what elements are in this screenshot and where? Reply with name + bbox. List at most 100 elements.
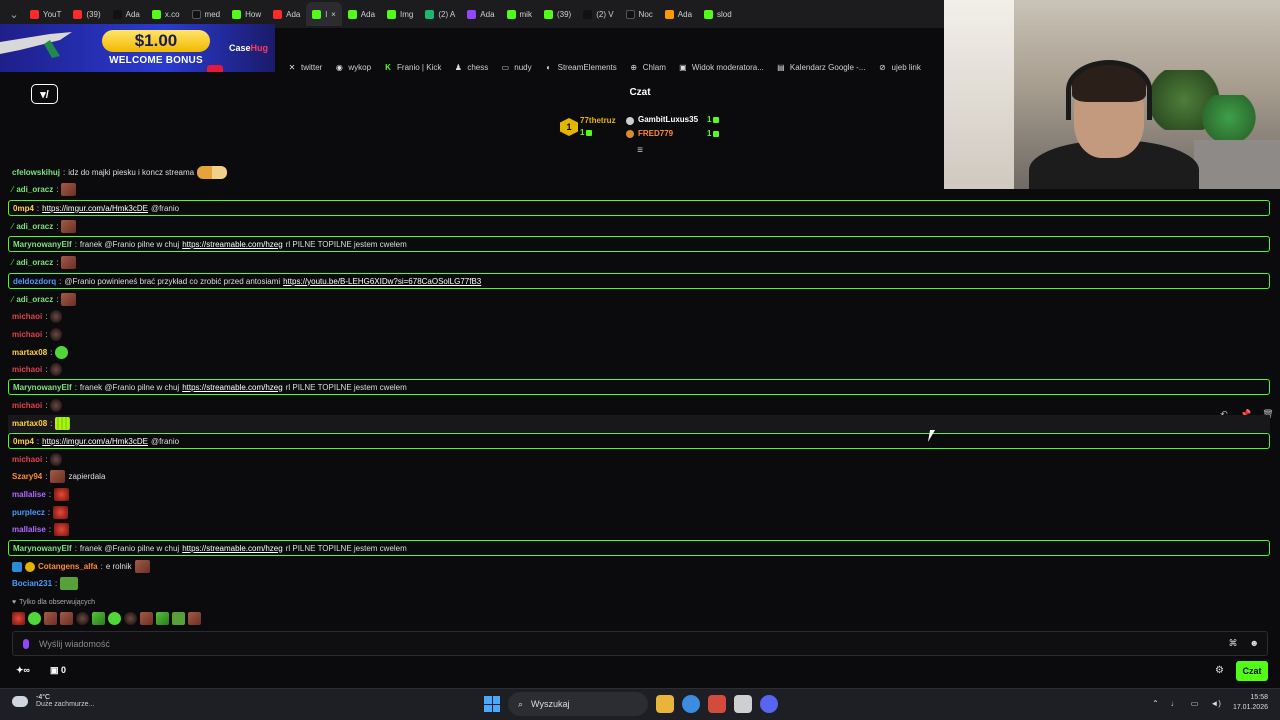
chat-message[interactable]: MarynowanyElf: franek @Franio pilne w chu… — [8, 379, 1270, 395]
browser-tab[interactable]: l × — [306, 2, 342, 26]
chat-message[interactable]: mallalise: — [8, 521, 1270, 538]
bookmark-item[interactable]: ⊕ Chlam — [629, 62, 665, 72]
chat-emote-icon[interactable] — [50, 399, 63, 412]
chat-username[interactable]: michaoi — [12, 330, 42, 339]
quick-emote-icon[interactable] — [60, 612, 73, 625]
leaderboard-third-name[interactable]: FRED779 — [638, 129, 673, 138]
chat-username[interactable]: Bocian231 — [12, 579, 52, 588]
quick-emote-icon[interactable] — [124, 612, 137, 625]
bookmark-item[interactable]: ◐ StreamElements — [544, 62, 617, 72]
file-explorer-icon[interactable] — [656, 695, 674, 713]
chat-username[interactable]: MarynowanyElf — [13, 383, 72, 392]
chat-message[interactable]: michaoi: — [8, 397, 1270, 414]
chat-message[interactable]: MarynowanyElf: franek @Franio pilne w chu… — [8, 236, 1270, 252]
chat-message[interactable]: purplecz: — [8, 504, 1270, 521]
browser-tab[interactable]: Ada — [659, 2, 698, 26]
leaderboard-first-name[interactable]: 77thetruz — [580, 116, 616, 125]
quick-emote-icon[interactable] — [12, 612, 25, 625]
tab-search-chevron-icon[interactable]: ⌄ — [4, 4, 24, 24]
chat-emote-icon[interactable] — [55, 346, 69, 359]
chat-username[interactable]: purplecz — [12, 508, 45, 517]
chat-emote-icon[interactable] — [61, 293, 77, 306]
chat-link[interactable]: https://imgur.com/a/Hmk3cDE — [42, 437, 148, 446]
browser-tab[interactable]: mik — [501, 2, 538, 26]
chat-username[interactable]: michaoi — [12, 401, 42, 410]
chat-username[interactable]: martax08 — [12, 348, 47, 357]
bookmark-item[interactable]: ▣ Widok moderatora... — [678, 62, 764, 72]
chat-username[interactable]: deldozdorq — [13, 277, 56, 286]
chat-emote-icon[interactable] — [50, 328, 63, 341]
browser-tab[interactable]: (2) V — [577, 2, 619, 26]
chat-username[interactable]: MarynowanyElf — [13, 544, 72, 553]
chat-message[interactable]: Bocian231: — [8, 575, 1270, 592]
mic-icon[interactable] — [23, 638, 29, 649]
chat-message[interactable]: MarynowanyElf: franek @Franio pilne w chu… — [8, 540, 1270, 556]
emote-picker-icon[interactable]: ☻ — [1250, 638, 1259, 649]
browser-tab[interactable]: How — [226, 2, 267, 26]
chat-message[interactable]: michaoi: — [8, 451, 1270, 468]
bookmark-item[interactable]: K Franio | Kick — [383, 62, 441, 72]
chat-message[interactable]: martax08: — [8, 344, 1270, 361]
chevron-up-icon[interactable]: ⌃ — [1152, 699, 1159, 708]
chat-link[interactable]: https://imgur.com/a/Hmk3cDE — [42, 204, 148, 213]
discord-icon[interactable] — [760, 695, 778, 713]
chat-message[interactable]: Cotangens_alfa: e rolnik — [8, 558, 1270, 575]
chat-emote-icon[interactable] — [61, 256, 77, 269]
browser-tab[interactable]: Ada — [107, 2, 146, 26]
volume-icon[interactable]: ◄) — [1210, 699, 1221, 708]
chat-message[interactable]: ⁄ adi_oracz: — [8, 291, 1270, 308]
chat-link[interactable]: https://streamable.com/hzeg — [182, 544, 283, 553]
chat-username[interactable]: Cotangens_alfa — [38, 562, 98, 571]
mic-tray-icon[interactable]: ♩ — [1171, 699, 1179, 708]
chat-message[interactable]: mallalise: — [8, 486, 1270, 503]
chat-link[interactable]: https://streamable.com/hzeg — [182, 240, 283, 249]
weather-widget[interactable]: -4°C Duże zachmurze... — [12, 694, 94, 708]
chat-message[interactable]: martax08: — [8, 415, 1270, 432]
leaderboard-second-name[interactable]: GambitLuxus35 — [638, 115, 698, 124]
chat-emote-icon[interactable] — [50, 470, 66, 483]
browser-tab[interactable]: (2) A — [419, 2, 461, 26]
close-tab-icon[interactable]: × — [331, 10, 336, 19]
chat-message[interactable]: michaoi: — [8, 326, 1270, 343]
network-icon[interactable]: ▭ — [1191, 699, 1199, 708]
chat-emote-icon[interactable] — [54, 488, 70, 501]
chat-username[interactable]: adi_oracz — [16, 185, 53, 194]
points-counter[interactable]: ▣ 0 — [50, 665, 66, 676]
quick-emote-icon[interactable] — [28, 612, 41, 625]
clock[interactable]: 15:58 17.01.2026 — [1233, 693, 1268, 713]
gear-icon[interactable]: ⚙ — [1215, 665, 1224, 676]
chat-username[interactable]: 0mp4 — [13, 204, 34, 213]
browser-tab[interactable]: (39) — [67, 2, 106, 26]
commands-icon[interactable]: ⌘ — [1229, 638, 1238, 649]
chat-emote-icon[interactable] — [53, 506, 69, 519]
chat-message[interactable]: 0mp4: https://imgur.com/a/Hmk3cDE @franio — [8, 200, 1270, 216]
quick-emote-icon[interactable] — [92, 612, 105, 625]
chat-message[interactable]: cfelowskihuj: idz do majki piesku i koncz… — [8, 164, 1270, 181]
bookmark-item[interactable]: ▤ Kalendarz Google -... — [776, 62, 865, 72]
browser-tab[interactable]: x.co — [146, 2, 186, 26]
promo-banner[interactable]: $1.00 WELCOME BONUS CaseHug — [0, 24, 275, 72]
chat-link[interactable]: https://streamable.com/hzeg — [182, 383, 283, 392]
browser-tab[interactable]: med — [186, 2, 227, 26]
chat-username[interactable]: adi_oracz — [16, 222, 53, 231]
channel-points-icon[interactable]: ✦∞ — [16, 665, 30, 676]
windows-start-icon[interactable] — [484, 696, 500, 712]
chat-emote-icon[interactable] — [50, 310, 63, 323]
chat-emote-icon[interactable] — [134, 560, 150, 573]
chat-message[interactable]: michaoi: — [8, 361, 1270, 378]
quick-emote-icon[interactable] — [140, 612, 153, 625]
quick-emote-icon[interactable] — [44, 612, 57, 625]
quick-emote-icon[interactable] — [108, 612, 121, 625]
chat-username[interactable]: mallalise — [12, 525, 46, 534]
chat-link[interactable]: https://youtu.be/B-LEHG6XIDw?si=678CaOSo… — [283, 277, 481, 286]
quick-emote-icon[interactable] — [156, 612, 169, 625]
chat-username[interactable]: michaoi — [12, 312, 42, 321]
bookmark-item[interactable]: ◉ wykop — [334, 62, 371, 72]
chat-emote-icon[interactable] — [55, 417, 71, 430]
chat-message[interactable]: Szary94: zapierdala — [8, 468, 1270, 485]
app-icon[interactable] — [734, 695, 752, 713]
browser-tab[interactable]: Noc — [620, 2, 659, 26]
chat-username[interactable]: MarynowanyElf — [13, 240, 72, 249]
bookmark-item[interactable]: ✕ twitter — [287, 62, 323, 72]
browser-tab[interactable]: Ada — [461, 2, 500, 26]
